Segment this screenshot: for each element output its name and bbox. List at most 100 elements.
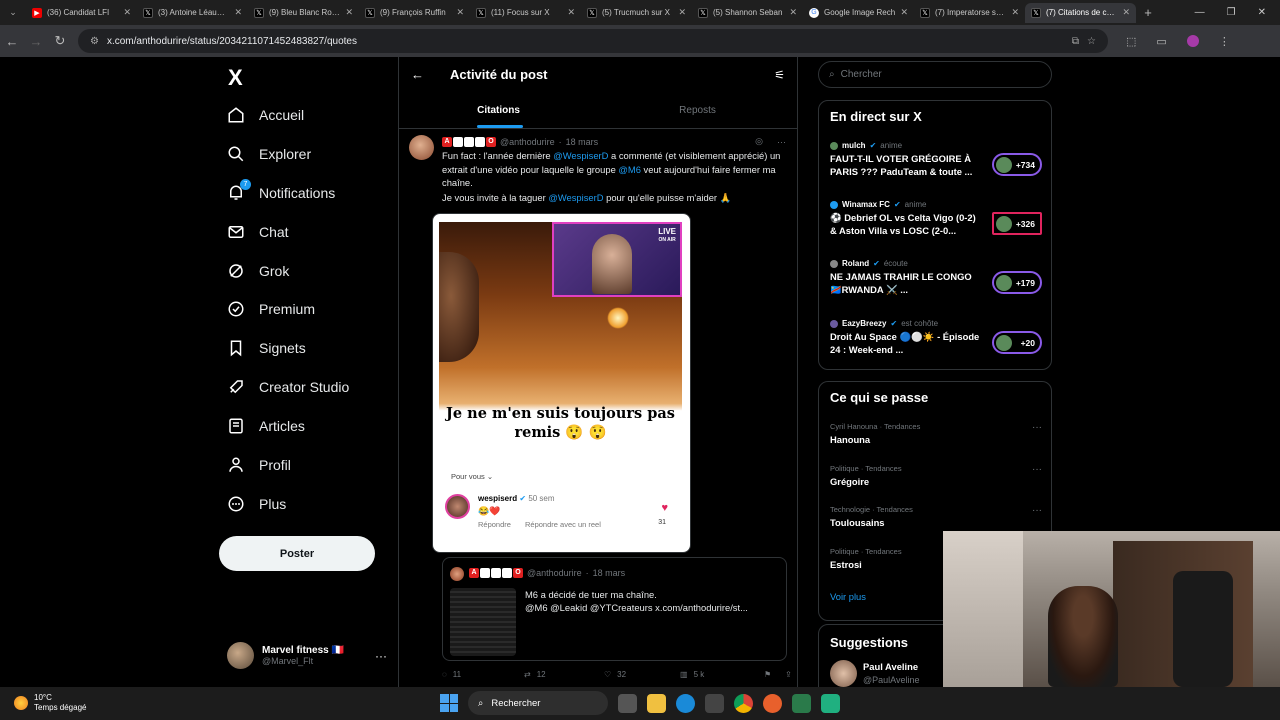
browser-tab[interactable]: 𝕏 (9) Bleu Blanc Rouge ✕ (248, 3, 359, 23)
live-space-item[interactable]: mulch ✔ anime FAUT-T-IL VOTER GRÉGOIRE À PA… (830, 141, 1042, 178)
close-tab-icon[interactable]: ✕ (1011, 7, 1019, 18)
avatar[interactable] (830, 660, 857, 687)
forward-icon[interactable]: → (24, 34, 48, 49)
trend-item[interactable]: Cyril Hanouna · Tendances Hanouna ··· (830, 422, 1042, 445)
tab-search-icon[interactable]: ⌄ (0, 7, 26, 18)
account-switcher[interactable]: Marvel fitness 🇫🇷 @Marvel_Flt ··· (227, 642, 387, 669)
more-icon[interactable]: ··· (1032, 422, 1042, 433)
close-tab-icon[interactable]: ✕ (678, 7, 686, 18)
browser-tab[interactable]: 𝕏 (5) Shannon Seban ✕ (692, 3, 803, 23)
close-tab-icon[interactable]: ✕ (456, 7, 464, 18)
sidebar-item-signets[interactable]: Signets (227, 339, 306, 357)
notification-badge: 7 (240, 179, 251, 190)
windows-start-icon[interactable] (440, 694, 458, 712)
live-space-item[interactable]: Winamax FC ✔ anime ⚽ Debrief OL vs Celta Vi… (830, 200, 1042, 237)
views-button[interactable]: ▥ 5 k (680, 670, 764, 679)
weather-widget[interactable]: 10°C Temps dégagé (14, 693, 86, 713)
more-icon[interactable]: ··· (777, 137, 786, 147)
quoted-tweet[interactable]: AO @anthodurire · 18 mars M6 a décidé de t… (442, 557, 787, 661)
sidepanel-icon[interactable]: ▭ (1156, 35, 1166, 48)
mention-link[interactable]: @M6 (618, 164, 641, 175)
tab-reposts[interactable]: Reposts (598, 92, 797, 128)
sidebar-item-chat[interactable]: Chat (227, 223, 289, 241)
close-tab-icon[interactable]: ✕ (567, 7, 575, 18)
browser-menu-icon[interactable]: ⋮ (1219, 35, 1230, 48)
sidebar-item-profil[interactable]: Profil (227, 456, 291, 474)
browser-tab[interactable]: 𝕏 (5) Trucmuch sur X ✕ (581, 3, 692, 23)
browser-tab[interactable]: 𝕏 (3) Antoine Léaument ✕ (137, 3, 248, 23)
share-icon[interactable]: ⇪ (785, 670, 792, 679)
pour-vous-dropdown[interactable]: Pour vous ⌄ (451, 472, 493, 481)
browser-tab[interactable]: 𝕏 (9) François Ruffin ✕ (359, 3, 470, 23)
new-tab-button[interactable]: + (1136, 5, 1160, 20)
post-button[interactable]: Poster (219, 536, 375, 571)
voir-plus-link[interactable]: Voir plus (830, 591, 866, 602)
sidebar-item-notifications[interactable]: 7 Notifications (227, 179, 335, 202)
edge-icon[interactable] (676, 693, 695, 713)
reply-button[interactable]: ◌ 11 (442, 670, 524, 679)
sidebar-item-premium[interactable]: Premium (227, 300, 315, 318)
close-tab-icon[interactable]: ✕ (345, 7, 353, 18)
browser-tab[interactable]: 𝕏 (7) Citations de ce post ✕ (1025, 2, 1136, 23)
tweet-date[interactable]: 18 mars (566, 137, 599, 147)
app-icon[interactable] (792, 693, 811, 713)
maximize-icon[interactable]: ❐ (1227, 7, 1236, 18)
sidebar-item-articles[interactable]: Articles (227, 417, 305, 435)
minimize-icon[interactable]: — (1195, 7, 1205, 18)
sidebar-item-accueil[interactable]: Accueil (227, 106, 304, 124)
back-icon[interactable]: ← (0, 34, 24, 49)
youtube-icon: ▶ (32, 7, 42, 18)
profile-avatar[interactable] (1186, 34, 1199, 47)
repost-button[interactable]: ⇄ 12 (524, 670, 604, 679)
back-arrow-icon[interactable]: ← (411, 67, 424, 82)
tab-citations[interactable]: Citations (399, 92, 598, 128)
live-space-item[interactable]: Roland ✔ écoute NE JAMAIS TRAHIR LE CONGO 🇨… (830, 259, 1042, 296)
taskbar-search[interactable]: ⌕ Rechercher (468, 691, 608, 715)
close-tab-icon[interactable]: ✕ (1122, 7, 1130, 18)
trend-item[interactable]: Technologie · Tendances Toulousains ··· (830, 505, 1042, 528)
avatar[interactable] (409, 135, 434, 160)
mention-link[interactable]: @WespiserD (548, 192, 603, 203)
suggestion-name[interactable]: Paul Aveline (863, 661, 918, 672)
url-field[interactable]: ⚙ x.com/anthodurire/status/2034211071452… (78, 29, 1108, 53)
more-icon[interactable]: ··· (1032, 464, 1042, 475)
browser-tab[interactable]: 𝕏 (11) Focus sur X ✕ (470, 3, 581, 23)
filter-icon[interactable]: ⚟ (774, 68, 785, 82)
sidebar-item-grok[interactable]: Grok (227, 262, 289, 280)
trend-item[interactable]: Politique · Tendances Grégoire ··· (830, 464, 1042, 487)
install-icon[interactable]: ⧉ (1072, 36, 1079, 47)
sidebar-item-explorer[interactable]: Explorer (227, 145, 311, 163)
extensions-icon[interactable]: ⬚ (1126, 35, 1136, 48)
close-tab-icon[interactable]: ✕ (900, 7, 908, 18)
text-segment: Je vous invite à la taguer (442, 191, 549, 203)
browser-tab[interactable]: 𝕏 (7) Imperatorse sur X ✕ (914, 3, 1025, 23)
mention-link[interactable]: @WespiserD (553, 150, 608, 161)
close-tab-icon[interactable]: ✕ (789, 7, 797, 18)
browser-tab[interactable]: ▶ (36) Candidat LFI ✕ (26, 3, 137, 23)
browser-tab[interactable]: G Google Image Rech ✕ (803, 3, 914, 23)
task-view-icon[interactable] (618, 693, 637, 713)
more-icon[interactable]: ··· (1032, 505, 1042, 516)
reload-icon[interactable]: ↻ (48, 33, 72, 49)
firefox-icon[interactable] (763, 693, 782, 713)
sidebar-item-plus[interactable]: Plus (227, 495, 286, 513)
sidebar-item-creator-studio[interactable]: Creator Studio (227, 378, 349, 396)
live-space-item[interactable]: EazyBreezy ✔ est cohôte Droit Au Space 🔵⚪☀️… (830, 319, 1042, 356)
file-explorer-icon[interactable] (647, 693, 666, 713)
close-tab-icon[interactable]: ✕ (234, 7, 242, 18)
grok-icon[interactable]: ◎ (755, 136, 763, 147)
tweet-media[interactable]: LIVE ON AIR Je ne m'en suis toujours pas… (432, 213, 691, 553)
more-icon[interactable]: ··· (375, 649, 387, 663)
like-button[interactable]: ♡ 32 (604, 670, 680, 679)
app-icon-2[interactable] (821, 693, 840, 713)
bookmark-icon[interactable]: ⚑ (764, 670, 771, 679)
search-input[interactable]: ⌕ Chercher (818, 61, 1052, 88)
store-icon[interactable] (705, 693, 724, 713)
close-tab-icon[interactable]: ✕ (123, 7, 131, 18)
close-window-icon[interactable]: ✕ (1258, 7, 1266, 18)
tweet-handle[interactable]: @anthodurire (500, 137, 555, 147)
bookmark-star-icon[interactable]: ☆ (1087, 36, 1096, 47)
x-logo[interactable]: X (228, 65, 243, 91)
chrome-icon[interactable] (734, 693, 753, 713)
site-info-icon[interactable]: ⚙ (90, 36, 99, 47)
